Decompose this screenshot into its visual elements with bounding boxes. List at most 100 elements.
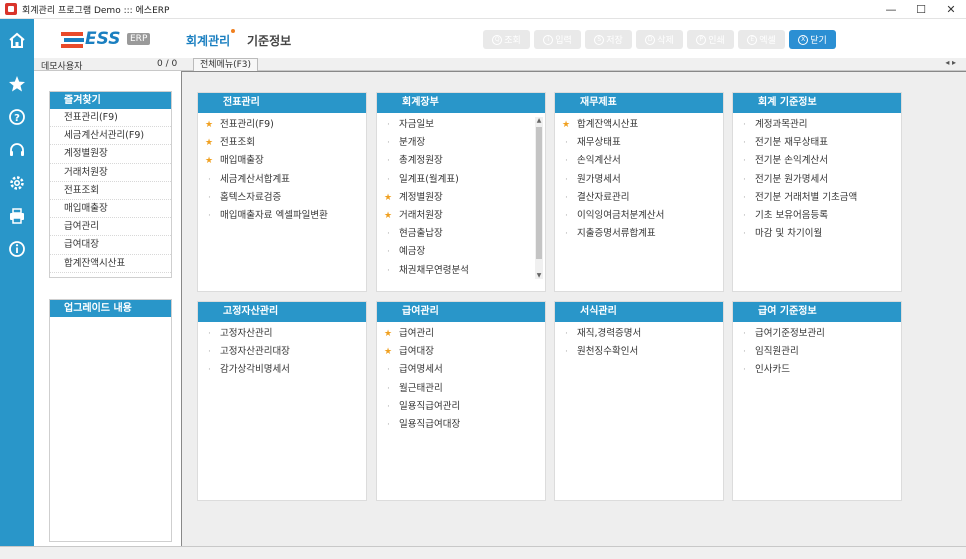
menu-item[interactable]: ★ 매입매출장: [198, 152, 366, 170]
bullet-icon: ·: [387, 401, 390, 412]
query-button[interactable]: Q 조회: [483, 30, 530, 49]
menu-item[interactable]: · 일용직급여관리: [377, 398, 545, 416]
menu-item[interactable]: · 원가명세서: [555, 171, 723, 189]
menu-item[interactable]: · 매입매출자료 엑셀파일변환: [198, 207, 366, 225]
menu-item[interactable]: ★ 거래처원장: [377, 207, 545, 225]
close-window-button[interactable]: ✕: [936, 0, 966, 19]
menu-item[interactable]: · 급여기준정보관리: [733, 325, 901, 343]
menu-item[interactable]: · 전기분 손익계산서: [733, 152, 901, 170]
nav-accounting[interactable]: 회계관리: [186, 29, 236, 49]
menu-item-label: 재무상태표: [577, 137, 621, 149]
delete-button[interactable]: D 삭제: [636, 30, 683, 49]
app-icon: [5, 3, 17, 15]
bullet-icon: ·: [743, 329, 746, 339]
menu-item[interactable]: · 마감 및 차기이월: [733, 225, 901, 243]
menu-item[interactable]: · 재직,경력증명서: [555, 325, 723, 343]
close-button[interactable]: X 닫기: [789, 30, 836, 49]
icon-rail: ?: [0, 19, 34, 559]
favorite-item[interactable]: 급여관리: [50, 218, 171, 237]
menu-item[interactable]: · 예금장: [377, 243, 545, 261]
input-button[interactable]: i 입력: [534, 30, 581, 49]
nav-base-info[interactable]: 기준정보: [247, 32, 291, 49]
menu-item[interactable]: ★ 계정별원장: [377, 189, 545, 207]
menu-item[interactable]: · 총계정원장: [377, 152, 545, 170]
tab-strip: 데모사용자 0 / 0 전체메뉴(F3) ◂ ▸: [34, 58, 966, 72]
close-label: 닫기: [810, 36, 827, 46]
menu-item-label: 감가상각비명세서: [220, 364, 290, 376]
menu-item[interactable]: · 전기분 재무상태표: [733, 134, 901, 152]
menu-group-title: 재무제표: [555, 93, 723, 113]
favorite-item[interactable]: 전표조회: [50, 182, 171, 200]
menu-item[interactable]: · 손익계산서: [555, 152, 723, 170]
settings-icon[interactable]: [0, 171, 34, 195]
menu-item[interactable]: · 임직원관리: [733, 343, 901, 361]
favorite-item[interactable]: 합계잔액시산표: [50, 255, 171, 273]
menu-item[interactable]: · 현금출납장: [377, 225, 545, 243]
save-button[interactable]: S 저장: [585, 30, 632, 49]
menu-item[interactable]: · 분개장: [377, 134, 545, 152]
menu-item[interactable]: ★ 합계잔액시산표: [555, 116, 723, 134]
favorite-star-icon: ★: [205, 138, 214, 149]
menu-item[interactable]: ★ 전표조회: [198, 134, 366, 152]
menu-item[interactable]: · 급여명세서: [377, 361, 545, 379]
upgrade-panel: 업그레이드 내용: [49, 299, 172, 542]
favorite-item[interactable]: 급여대장: [50, 236, 171, 255]
menu-item[interactable]: · 인사카드: [733, 361, 901, 379]
menu-item[interactable]: ★ 전표관리(F9): [198, 116, 366, 134]
menu-item[interactable]: · 이익잉여금처분계산서: [555, 207, 723, 225]
scroll-up-icon[interactable]: ▲: [535, 117, 543, 124]
menu-item[interactable]: · 감가상각비명세서: [198, 361, 366, 379]
menu-item[interactable]: · 세금계산서합계표: [198, 171, 366, 189]
menu-item[interactable]: ★ 급여대장: [377, 343, 545, 361]
menu-item[interactable]: · 전기분 거래처별 기초금액: [733, 189, 901, 207]
print-button[interactable]: P 인쇄: [687, 30, 734, 49]
menu-item[interactable]: ★ 급여관리: [377, 325, 545, 343]
menu-item[interactable]: · 계정과목관리: [733, 116, 901, 134]
menu-item[interactable]: · 기초 보유어음등록: [733, 207, 901, 225]
minimize-button[interactable]: —: [876, 0, 906, 19]
maximize-button[interactable]: ☐: [906, 0, 936, 19]
favorite-item[interactable]: 전표관리(F9): [50, 109, 171, 128]
menu-item-label: 자금일보: [399, 119, 434, 130]
menu-item[interactable]: · 고정자산관리대장: [198, 343, 366, 361]
excel-button[interactable]: E 엑셀: [738, 30, 785, 49]
printer-settings-icon[interactable]: [0, 204, 34, 228]
menu-item[interactable]: · 일용직급여대장: [377, 416, 545, 434]
scroll-thumb[interactable]: [536, 127, 542, 259]
favorite-item[interactable]: 거래처원장: [50, 164, 171, 182]
menu-item[interactable]: · 자금일보: [377, 116, 545, 134]
favorite-item[interactable]: 계정별원장: [50, 145, 171, 164]
tab-scroll-arrows[interactable]: ◂ ▸: [945, 58, 956, 67]
menu-item[interactable]: · 지출증명서류합계표: [555, 225, 723, 243]
menu-item[interactable]: · 재무상태표: [555, 134, 723, 152]
menu-scrollbar[interactable]: ▲ ▼: [535, 117, 543, 279]
headset-icon[interactable]: [0, 138, 34, 162]
menu-group-title: 서식관리: [555, 302, 723, 322]
menu-item-label: 전표조회: [220, 137, 255, 149]
menu-item-label: 총계정원장: [399, 155, 443, 167]
info-icon[interactable]: [0, 237, 34, 261]
menu-item[interactable]: · 채권채무연령분석: [377, 262, 545, 280]
menu-item[interactable]: · 전기분 원가명세서: [733, 171, 901, 189]
menu-item[interactable]: · 결산자료관리: [555, 189, 723, 207]
help-icon[interactable]: ?: [0, 105, 34, 129]
bullet-icon: ·: [387, 174, 390, 185]
menu-item[interactable]: · 월근태관리: [377, 380, 545, 398]
star-icon[interactable]: [0, 72, 34, 96]
favorite-star-icon: ★: [384, 192, 393, 203]
menu-item[interactable]: · 고정자산관리: [198, 325, 366, 343]
menu-item[interactable]: · 원천징수확인서: [555, 343, 723, 361]
bullet-icon: ·: [208, 210, 211, 221]
menu-item-label: 급여기준정보관리: [755, 328, 825, 339]
menu-item-label: 세금계산서합계표: [220, 173, 290, 185]
menu-item[interactable]: · 홈텍스자료검증: [198, 189, 366, 207]
menu-content: 전표관리 ★ 전표관리(F9) ★ 전표조회 ★ 매입매출장 · 세금계산서합계표 · 홈텍스자료검…: [181, 71, 966, 546]
home-icon[interactable]: [0, 28, 34, 52]
menu-item[interactable]: · 일계표(월계표): [377, 171, 545, 189]
tab-all-menu[interactable]: 전체메뉴(F3): [193, 58, 259, 71]
bullet-icon: ·: [387, 419, 390, 430]
favorite-item[interactable]: 매입매출장: [50, 200, 171, 219]
favorite-item[interactable]: 세금계산서관리(F9): [50, 127, 171, 146]
bullet-icon: ·: [565, 347, 568, 358]
scroll-down-icon[interactable]: ▼: [535, 272, 543, 279]
